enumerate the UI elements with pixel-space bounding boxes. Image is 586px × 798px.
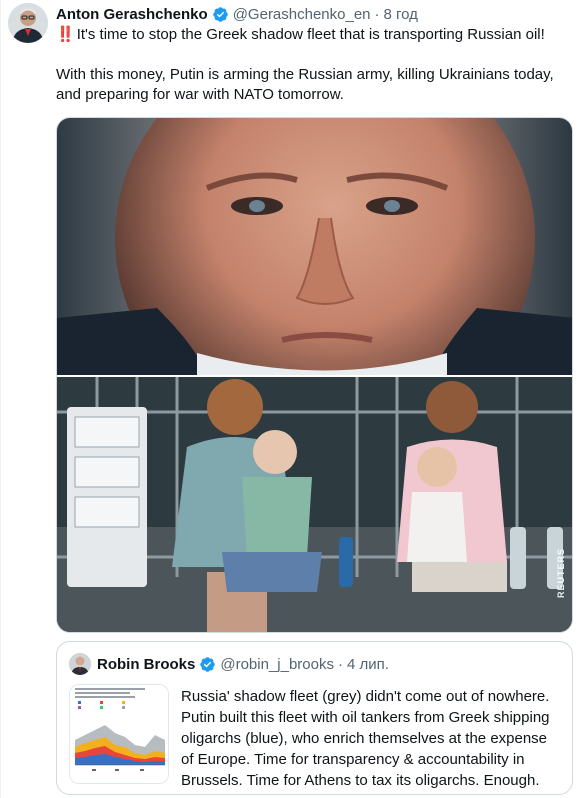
quoted-tweet-text: Russia' shadow fleet (grey) didn't come …: [181, 688, 550, 789]
tweet-text-paragraph-2: With this money, Putin is arming the Rus…: [56, 66, 554, 103]
author-handle[interactable]: @Gerashchenko_en: [233, 6, 371, 23]
tweet-text: ‼️ It's time to stop the Greek shadow fle…: [56, 25, 578, 105]
verified-badge-icon: [212, 6, 229, 23]
separator-dot: ·: [374, 5, 380, 23]
media-photo-putin[interactable]: [57, 118, 572, 375]
quoted-media-chart-thumbnail[interactable]: [69, 684, 169, 784]
tweet-container: Anton Gerashchenko @Gerashchenko_en · 8 …: [0, 0, 586, 798]
quoted-author-handle[interactable]: @robin_j_brooks: [220, 656, 334, 673]
author-avatar[interactable]: [8, 3, 48, 43]
quoted-separator-dot: ·: [337, 655, 343, 673]
quoted-author-avatar: [69, 653, 91, 675]
tweet-text-line-1: ‼️ It's time to stop the Greek shadow fle…: [56, 25, 578, 45]
tweet-header: Anton Gerashchenko @Gerashchenko_en · 8 …: [56, 4, 578, 24]
quoted-tweet-header: Robin Brooks @robin_j_brooks · 4 лип.: [97, 654, 562, 674]
media-watermark: REUTERS: [556, 548, 566, 599]
tweet-media[interactable]: REUTERS: [56, 117, 573, 633]
double-exclamation-emoji-icon: ‼️: [56, 26, 75, 43]
tweet-text-sentence-1: It's time to stop the Greek shadow fleet…: [76, 26, 545, 43]
quoted-tweet[interactable]: Robin Brooks @robin_j_brooks · 4 лип. Ru…: [56, 641, 573, 795]
quoted-tweet-timestamp[interactable]: 4 лип.: [347, 656, 389, 673]
author-display-name[interactable]: Anton Gerashchenko: [56, 6, 208, 23]
media-photo-hospital[interactable]: [57, 377, 572, 632]
tweet-timestamp[interactable]: 8 год: [384, 6, 418, 23]
quoted-author-display-name[interactable]: Robin Brooks: [97, 656, 195, 673]
author-avatar-image: [8, 3, 48, 43]
quoted-verified-badge-icon: [199, 656, 216, 673]
